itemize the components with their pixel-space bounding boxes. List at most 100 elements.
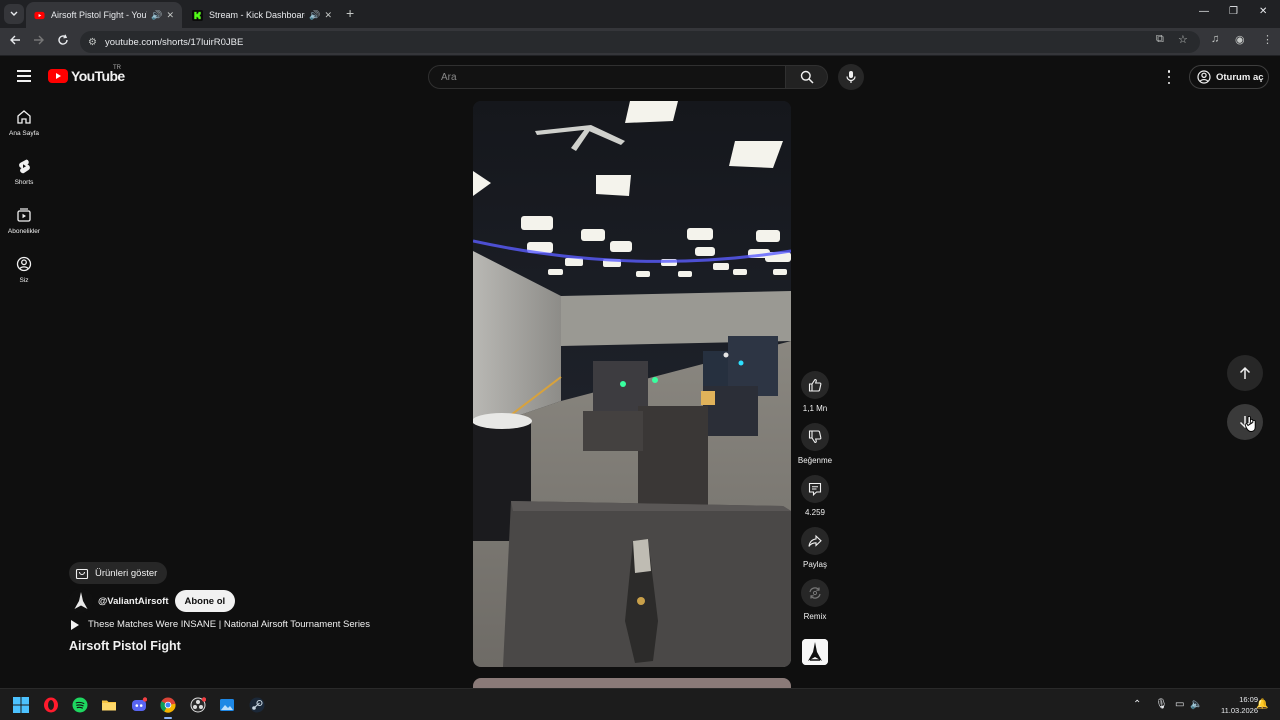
bookmark-star-icon[interactable]: ☆ — [1178, 33, 1188, 46]
channel-row: @ValiantAirsoft Abone ol — [69, 589, 236, 613]
kick-favicon — [192, 9, 203, 21]
short-title[interactable]: Airsoft Pistol Fight — [69, 639, 181, 653]
sidebar-item-label: Siz — [19, 277, 29, 284]
tab-title: Airsoft Pistol Fight - YouTube — [51, 10, 147, 20]
back-button[interactable] — [9, 34, 21, 49]
browser-toolbar: ⚙ youtube.com/shorts/17luirR0JBE ⧉ ☆ ♫ ◉… — [0, 28, 1280, 56]
tab-youtube[interactable]: Airsoft Pistol Fight - YouTube 🔊 ✕ — [26, 2, 182, 28]
media-control-icon[interactable]: ♫ — [1211, 33, 1219, 45]
search-button[interactable] — [786, 65, 828, 89]
browser-menu-icon[interactable]: ⋮ — [1262, 33, 1273, 46]
windows-logo-icon — [13, 697, 29, 713]
microphone-tray-icon[interactable]: 🎙 — [1155, 699, 1168, 710]
sidebar-item-label: Ana Sayfa — [9, 130, 39, 137]
reload-button[interactable] — [57, 34, 69, 49]
video-frame-image — [473, 101, 791, 667]
search-input[interactable] — [441, 71, 785, 83]
sidebar-item-home[interactable]: Ana Sayfa — [0, 109, 48, 137]
show-products-label: Ürünleri göster — [95, 567, 158, 579]
channel-thumbnail[interactable] — [802, 639, 828, 665]
site-info-icon[interactable]: ⚙ — [88, 37, 97, 48]
sidebar-item-you[interactable]: Siz — [0, 256, 48, 284]
close-tab-icon[interactable]: ✕ — [324, 10, 332, 21]
speaker-icon[interactable]: 🔊 — [309, 10, 320, 21]
notification-icon[interactable]: 🔔 — [1256, 699, 1268, 710]
windows-taskbar: ⌃ 🎙 ▭ 🔈 16:09 11.03.2026 🔔 — [0, 688, 1280, 720]
tab-search-button[interactable] — [4, 4, 24, 24]
related-video-title: These Matches Were INSANE | National Air… — [88, 619, 370, 630]
short-video-player[interactable] — [473, 101, 791, 667]
next-short-button[interactable] — [1227, 404, 1263, 440]
restore-button[interactable]: ❐ — [1229, 6, 1238, 17]
share-icon — [808, 534, 822, 547]
channel-name[interactable]: @ValiantAirsoft — [98, 596, 169, 607]
shorts-icon — [19, 159, 30, 174]
youtube-play-icon — [48, 69, 68, 83]
related-video-link[interactable]: These Matches Were INSANE | National Air… — [71, 619, 370, 630]
dislike-label: Beğenme — [797, 456, 833, 465]
taskbar-opera[interactable] — [42, 696, 60, 714]
previous-short-button[interactable] — [1227, 355, 1263, 391]
home-icon — [17, 110, 31, 124]
taskbar-file-explorer[interactable] — [100, 696, 118, 714]
network-icon[interactable]: ▭ — [1175, 699, 1184, 710]
close-window-button[interactable]: ✕ — [1259, 6, 1267, 17]
photos-icon — [220, 699, 234, 711]
arrow-up-icon — [1239, 366, 1251, 379]
shopping-bag-icon — [75, 568, 89, 580]
search-box — [428, 65, 786, 89]
comments-button[interactable]: 4.259 — [795, 475, 835, 517]
subscriptions-icon — [17, 208, 31, 222]
profile-icon[interactable]: ◉ — [1235, 33, 1245, 46]
chevron-down-icon — [10, 11, 18, 16]
taskbar-clock[interactable]: 16:09 11.03.2026 — [1206, 694, 1258, 716]
screen: Airsoft Pistol Fight - YouTube 🔊 ✕ Strea… — [0, 0, 1280, 720]
new-tab-button[interactable]: + — [346, 6, 354, 20]
subscribe-button[interactable]: Abone ol — [174, 590, 236, 612]
country-code: TR — [113, 65, 121, 71]
show-products-button[interactable]: Ürünleri göster — [69, 562, 168, 584]
menu-icon[interactable] — [17, 70, 31, 82]
forward-button[interactable] — [33, 34, 45, 49]
comment-icon — [808, 482, 822, 496]
address-bar[interactable]: ⚙ youtube.com/shorts/17luirR0JBE — [80, 31, 1200, 53]
tab-kick[interactable]: Stream - Kick Dashboard 🔊 ✕ — [184, 2, 340, 28]
sidebar-item-subscriptions[interactable]: Abonelikler — [0, 207, 48, 235]
taskbar-discord[interactable] — [130, 696, 148, 714]
taskbar-obs[interactable] — [189, 696, 207, 714]
show-hidden-icons[interactable]: ⌃ — [1133, 699, 1141, 710]
valiant-airsoft-logo — [802, 639, 828, 665]
tab-title: Stream - Kick Dashboard — [209, 10, 306, 20]
comment-count: 4.259 — [804, 508, 826, 517]
share-button[interactable]: Paylaş — [795, 527, 835, 569]
minimize-button[interactable]: — — [1199, 6, 1209, 17]
start-button[interactable] — [12, 696, 30, 714]
channel-avatar[interactable] — [69, 589, 93, 613]
taskbar-photos[interactable] — [218, 696, 236, 714]
volume-icon[interactable]: 🔈 — [1190, 699, 1202, 710]
like-button[interactable]: 1,1 Mn — [795, 371, 835, 413]
close-tab-icon[interactable]: ✕ — [166, 10, 174, 21]
share-label: Paylaş — [802, 560, 827, 569]
arrow-right-icon — [34, 35, 44, 45]
chrome-icon — [160, 697, 176, 713]
clock-time: 16:09 — [1239, 695, 1258, 704]
browser-tab-strip: Airsoft Pistol Fight - YouTube 🔊 ✕ Strea… — [0, 0, 1280, 28]
search-icon — [800, 70, 814, 84]
sign-in-label: Oturum aç — [1216, 71, 1264, 83]
install-app-icon[interactable]: ⧉ — [1156, 33, 1164, 46]
dislike-button[interactable]: Beğenme — [795, 423, 835, 465]
discord-icon — [132, 697, 147, 711]
voice-search-button[interactable] — [838, 64, 864, 90]
settings-menu-icon[interactable] — [1166, 70, 1172, 84]
remix-label: Remix — [803, 612, 827, 621]
taskbar-chrome[interactable] — [159, 696, 177, 714]
taskbar-spotify[interactable] — [71, 696, 89, 714]
remix-button[interactable]: Remix — [795, 579, 835, 621]
taskbar-steam[interactable] — [248, 696, 266, 714]
speaker-icon[interactable]: 🔊 — [151, 10, 162, 21]
clock-date: 11.03.2026 — [1221, 706, 1258, 715]
sign-in-button[interactable]: Oturum aç — [1189, 65, 1269, 89]
sidebar-item-shorts[interactable]: Shorts — [0, 158, 48, 186]
youtube-logo[interactable]: YouTube TR — [48, 65, 125, 84]
